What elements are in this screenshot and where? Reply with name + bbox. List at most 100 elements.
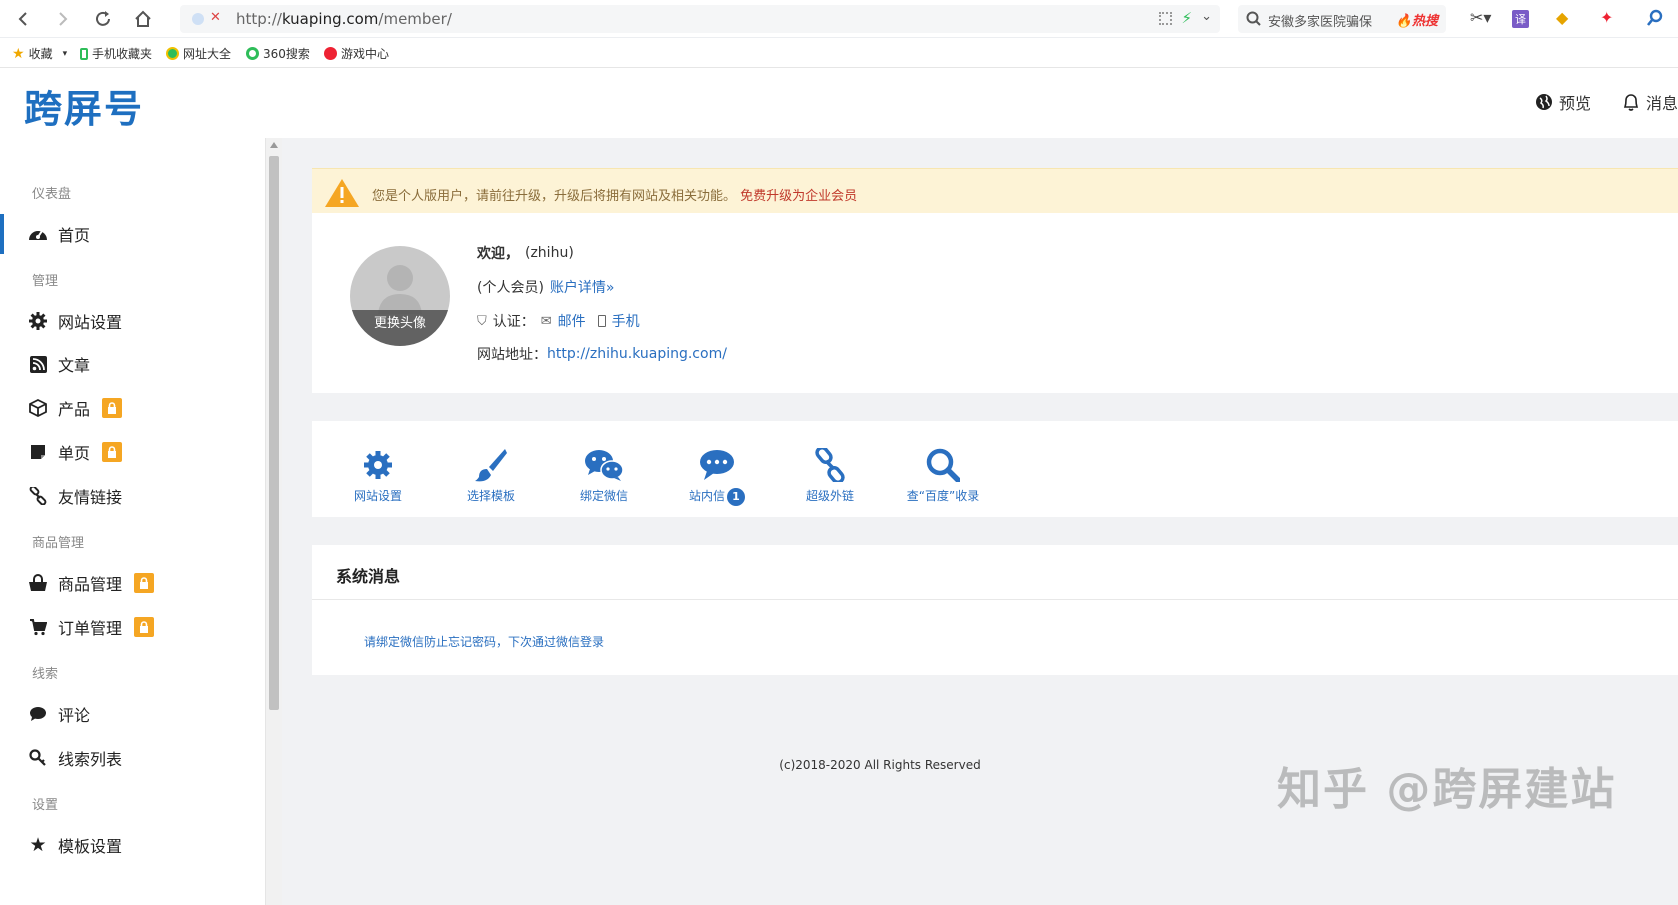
lock-icon [134, 573, 155, 593]
sidebar-item-comments[interactable]: 评论 [0, 694, 262, 734]
lock-icon [134, 617, 155, 637]
star-icon: ★ [29, 834, 47, 856]
cube-icon [28, 398, 48, 418]
account-details-link[interactable]: 账户详情» [550, 277, 615, 297]
home-icon [135, 10, 151, 27]
translate-icon[interactable]: 译 [1512, 10, 1529, 28]
quick-inbox[interactable]: 站内信 1 [657, 447, 777, 506]
site-logo[interactable]: 跨屏号 [24, 78, 144, 133]
sidebar-item-label: 商品管理 [58, 575, 123, 594]
sidebar-item-site-settings[interactable]: 网站设置 [0, 301, 262, 341]
hot-search-label: 热搜 [1411, 14, 1438, 29]
chat-bubble-icon [700, 450, 734, 480]
bookmark-label: 游戏中心 [341, 47, 390, 61]
bookmark-nav[interactable]: 网址大全 [166, 45, 231, 62]
search-icon [926, 448, 960, 482]
verify-shield-icon: ⛉ [477, 313, 487, 329]
security-icon [192, 13, 204, 25]
bookmark-games[interactable]: 游戏中心 [324, 45, 389, 62]
search-icon [1246, 11, 1261, 26]
verify-email-link[interactable]: 邮件 [558, 311, 586, 331]
quick-site-settings[interactable]: 网站设置 [318, 447, 438, 504]
bookmark-label: 360搜索 [263, 47, 310, 61]
preview-link[interactable]: 预览 [1535, 90, 1591, 114]
no-audio-icon: ✕ [210, 10, 221, 25]
bookmark-360-search[interactable]: 360搜索 [246, 45, 310, 62]
quick-action-label: 查“百度”收录 [906, 489, 980, 503]
sidebar-item-label: 线索列表 [58, 750, 123, 769]
verify-label: 认证： [492, 314, 535, 330]
quick-backlinks[interactable]: 超级外链 [770, 447, 890, 504]
back-icon [18, 12, 27, 26]
system-message-item[interactable]: 请绑定微信防止忘记密码，下次通过微信登录 [364, 633, 604, 650]
site-url-label: 网站地址： [477, 347, 547, 363]
reload-icon [96, 11, 110, 26]
url-prefix: http:// [236, 10, 282, 28]
sidebar-item-leads-list[interactable]: 线索列表 [0, 738, 262, 778]
phone-icon [80, 47, 88, 60]
forward-icon [59, 12, 68, 26]
address-bar[interactable]: ✕ http://kuaping.com/member/ ⚡ ⌄ [180, 5, 1220, 33]
rss-icon [28, 354, 48, 374]
site-url-link[interactable]: http://zhihu.kuaping.com/ [547, 346, 727, 362]
member-type: (个人会员) [477, 280, 544, 296]
gear-icon [28, 311, 48, 331]
quick-choose-template[interactable]: 选择模板 [431, 447, 551, 504]
chain-link-icon [815, 448, 845, 482]
sidebar-item-label: 单页 [58, 444, 91, 463]
change-avatar-button[interactable]: 更换头像 [350, 310, 450, 346]
sidebar-item-label: 订单管理 [58, 619, 123, 638]
messages-link[interactable]: 消息 [1622, 90, 1678, 114]
browser-search-box[interactable]: 安徽多家医院骗保 🔥热搜 [1238, 5, 1446, 33]
comment-icon [28, 704, 48, 724]
url-host: kuaping.com [281, 10, 379, 28]
browser-toolbar: ✕ http://kuaping.com/member/ ⚡ ⌄ 安徽多家医院骗… [0, 0, 1678, 38]
upgrade-link[interactable]: 免费升级为企业会员 [740, 189, 857, 204]
bookmark-label: 收藏 [28, 47, 53, 61]
avatar[interactable]: 更换头像 [350, 246, 450, 346]
sidebar-scrollbar[interactable] [266, 138, 282, 905]
chevron-down-icon[interactable]: ⌄ [1201, 9, 1212, 24]
link-icon [28, 486, 48, 506]
scissors-icon[interactable]: ✂▾ [1470, 8, 1491, 27]
sidebar-item-template-settings[interactable]: ★ 模板设置 [0, 825, 262, 865]
quick-action-label: 绑定微信 [579, 489, 628, 503]
scrollbar-thumb[interactable] [269, 156, 279, 710]
lightning-icon[interactable]: ⚡ [1181, 9, 1192, 27]
back-button[interactable] [12, 8, 34, 30]
cart-icon [28, 617, 48, 637]
sidebar-item-goods-manage[interactable]: 商品管理 [0, 563, 262, 603]
zoom-search-icon[interactable] [1646, 9, 1664, 27]
globe-icon [1536, 94, 1552, 110]
address-url[interactable]: http://kuaping.com/member/ [236, 10, 452, 28]
verify-phone-link[interactable]: 手机 [612, 311, 640, 331]
bookmark-favorites[interactable]: ★ 收藏 ▾ [12, 45, 67, 62]
system-messages-title: 系统消息 [336, 567, 401, 586]
scroll-up-arrow-icon[interactable] [270, 142, 278, 148]
user-silhouette-icon [378, 265, 422, 314]
bookmark-mobile[interactable]: 手机收藏夹 [80, 45, 152, 62]
dashboard-icon [28, 224, 48, 244]
verify-line: ⛉ 认证： ✉ 邮件 手机 [477, 311, 640, 331]
sidebar-item-articles[interactable]: 文章 [0, 344, 262, 384]
reload-button[interactable] [92, 8, 114, 30]
envelope-icon: ✉ [540, 313, 552, 329]
quick-baidu-index[interactable]: 查“百度”收录 [883, 447, 1003, 504]
brush-icon [475, 449, 507, 482]
qr-code-icon[interactable] [1159, 12, 1172, 25]
sidebar-item-friend-links[interactable]: 友情链接 [0, 476, 262, 516]
hot-search-badge[interactable]: 🔥热搜 [1396, 10, 1438, 29]
sidebar-item-home[interactable]: 首页 [0, 214, 262, 254]
search-360-icon [246, 47, 259, 60]
sidebar-group-manage: 管理 [32, 274, 59, 289]
home-button[interactable] [132, 8, 154, 30]
sidebar-item-orders[interactable]: 订单管理 [0, 607, 262, 647]
bookmark-label: 手机收藏夹 [92, 47, 153, 61]
sidebar-item-single-page[interactable]: 单页 [0, 432, 262, 472]
forward-button[interactable] [52, 8, 74, 30]
notice-message: 您是个人版用户，请前往升级，升级后将拥有网站及相关功能。 [372, 189, 737, 204]
shield-extension-icon[interactable]: ◆ [1556, 8, 1568, 27]
sidebar-item-products[interactable]: 产品 [0, 388, 262, 428]
game-extension-icon[interactable]: ✦ [1600, 8, 1613, 27]
quick-bind-wechat[interactable]: 绑定微信 [544, 447, 664, 504]
